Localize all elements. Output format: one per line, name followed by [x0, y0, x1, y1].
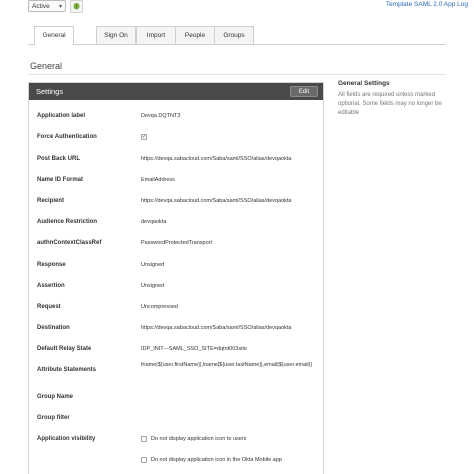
field-value: Unsigned — [141, 283, 165, 289]
field-row: Attribute Statements fname|${user.firstN… — [29, 362, 323, 377]
tab-groups[interactable]: Groups — [214, 26, 254, 44]
field-value: IDP_INIT---SAML_SSO_SITE=dqtnt003site — [141, 346, 247, 352]
field-value: EmailAddress — [141, 177, 175, 183]
field-row: Destination https://devqa.sabacloud.com/… — [29, 321, 323, 335]
option-label: Do not display application icon to users — [151, 436, 247, 442]
field-row: Application label Devqa DQTNT3 — [29, 109, 323, 123]
field-row: Post Back URL https://devqa.sabacloud.co… — [29, 152, 323, 166]
field-label: Default Relay State — [37, 346, 92, 352]
help-text: All fields are required unless marked op… — [338, 92, 442, 116]
help-title: General Settings — [338, 80, 390, 87]
field-value: PasswordProtectedTransport — [141, 240, 213, 246]
field-value: https://devqa.sabacloud.com/Saba/saml/SS… — [141, 198, 292, 204]
field-label: Destination — [37, 325, 70, 331]
field-label: Name ID Format — [37, 177, 84, 183]
tab-sign-on[interactable]: Sign On — [96, 26, 136, 44]
settings-header: Settings Edit — [29, 83, 323, 100]
field-label: Recipient — [37, 198, 65, 204]
app-log-link[interactable]: Template SAML 2.0 App Log — [386, 1, 468, 8]
divider — [28, 74, 446, 75]
field-value: Uncompressed — [141, 304, 178, 310]
status-dropdown[interactable]: Active ▾ — [28, 0, 66, 12]
field-label: Response — [37, 262, 66, 268]
tab-general[interactable]: General — [34, 26, 74, 45]
field-value: Unsigned — [141, 262, 165, 268]
field-row: Default Relay State IDP_INIT---SAML_SSO_… — [29, 342, 323, 356]
settings-panel: Settings Edit Application label Devqa DQ… — [28, 82, 324, 474]
chevron-down-icon: ▾ — [58, 4, 62, 10]
field-label: Assertion — [37, 283, 65, 289]
field-row: authnContextClassRef PasswordProtectedTr… — [29, 236, 323, 250]
settings-title: Settings — [36, 87, 64, 96]
status-value: Active — [32, 3, 50, 10]
field-row: Response Unsigned — [29, 258, 323, 272]
field-label: Attribute Statements — [37, 367, 97, 373]
field-label: Application label — [37, 113, 86, 119]
field-label: Application visibility — [37, 436, 96, 442]
option-label: Do not display application icon in the O… — [151, 457, 282, 463]
field-value: https://devqa.sabacloud.com/Saba/saml/SS… — [141, 156, 292, 162]
field-value: devqaokta — [141, 219, 167, 225]
tab-import[interactable]: Import — [136, 26, 176, 44]
field-row: Request Uncompressed — [29, 300, 323, 314]
checkbox[interactable] — [141, 457, 147, 463]
field-label: Request — [37, 304, 61, 310]
help-sidebar: General Settings All fields are required… — [338, 80, 450, 118]
top-bar: Active ▾ Template SAML 2.0 App Log — [0, 0, 474, 20]
field-row: Force Authentication ✓ — [29, 130, 323, 144]
field-value: https://devqa.sabacloud.com/Saba/saml/SS… — [141, 325, 292, 331]
tab-people[interactable]: People — [175, 26, 215, 44]
field-value: fname|${user.firstName}|,lname|${user.la… — [141, 362, 312, 368]
force-auth-checkbox: ✓ — [141, 134, 147, 140]
tab-bar: General Sign On Import People Groups — [28, 26, 446, 45]
edit-button[interactable]: Edit — [290, 86, 318, 97]
leaf-icon — [73, 3, 80, 10]
field-label: Force Authentication — [37, 134, 97, 140]
field-row: Recipient https://devqa.sabacloud.com/Sa… — [29, 194, 323, 208]
field-row: Assertion Unsigned — [29, 279, 323, 293]
field-row: Group filter — [29, 411, 323, 425]
field-label: authnContextClassRef — [37, 240, 102, 246]
field-row: Audience Restriction devqaokta — [29, 215, 323, 229]
field-row: Name ID Format EmailAddress — [29, 173, 323, 187]
field-label: Post Back URL — [37, 156, 81, 162]
field-row: Group Name — [29, 390, 323, 404]
field-label: Group Name — [37, 394, 74, 400]
section-title: General — [30, 61, 63, 71]
app-icon[interactable] — [70, 0, 83, 13]
field-label: Audience Restriction — [37, 219, 98, 225]
field-value: Devqa DQTNT3 — [141, 113, 181, 119]
checkbox[interactable] — [141, 436, 147, 442]
field-label: Group filter — [37, 415, 70, 421]
